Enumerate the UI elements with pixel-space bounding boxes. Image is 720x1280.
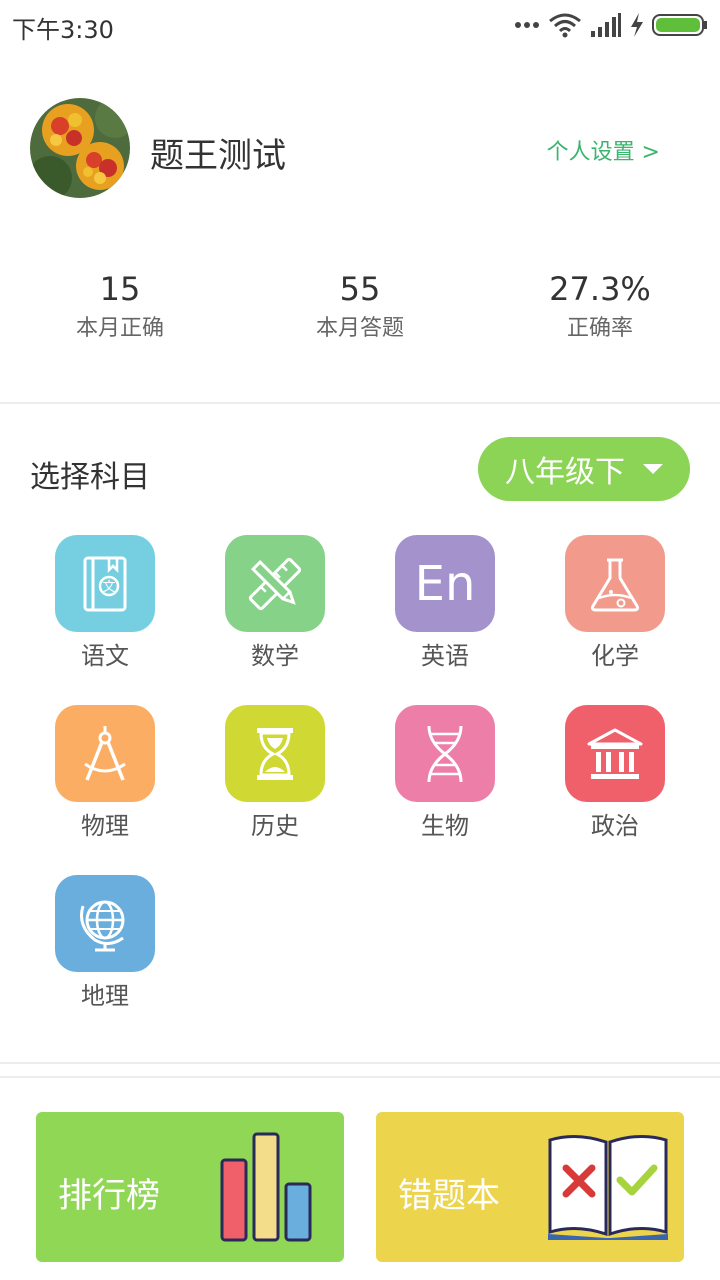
stat-label: 本月正确 xyxy=(75,316,164,342)
grade-selector-button[interactable]: 八年级下 xyxy=(478,437,690,501)
subject-biology[interactable]: 生物 xyxy=(360,705,530,841)
stat-monthly-correct: 15 本月正确 xyxy=(0,270,240,360)
card-label: 错题本 xyxy=(398,1176,500,1216)
wifi-icon xyxy=(549,13,581,38)
stat-accuracy: 27.3% 正确率 xyxy=(480,270,720,360)
bottom-cards: 排行榜 错题本 xyxy=(36,1112,684,1262)
subject-label: 化学 xyxy=(591,642,639,670)
compass-icon xyxy=(55,705,155,802)
globe-icon xyxy=(55,875,155,972)
charging-bolt-icon xyxy=(631,13,643,37)
stat-value: 15 xyxy=(99,270,141,308)
more-dots-icon xyxy=(515,22,539,28)
grade-label: 八年级下 xyxy=(505,455,625,490)
subject-math[interactable]: 数学 xyxy=(190,535,360,671)
subject-physics[interactable]: 物理 xyxy=(20,705,190,841)
username: 题王测试 xyxy=(150,136,286,176)
avatar[interactable] xyxy=(30,98,130,198)
subject-label: 生物 xyxy=(421,812,469,840)
subject-header: 选择科目 八年级下 xyxy=(0,430,720,510)
subject-label: 政治 xyxy=(591,812,639,840)
leaderboard-card[interactable]: 排行榜 xyxy=(36,1112,344,1262)
settings-link[interactable]: 个人设置 > xyxy=(547,134,660,166)
government-building-icon xyxy=(565,705,665,802)
subject-chinese[interactable]: 文 语文 xyxy=(20,535,190,671)
section-title: 选择科目 xyxy=(30,460,150,495)
subject-label: 数学 xyxy=(251,642,299,670)
ruler-pencil-icon xyxy=(225,535,325,632)
en-text-icon: En xyxy=(395,535,495,632)
flask-icon xyxy=(565,535,665,632)
caret-down-icon xyxy=(643,464,663,474)
subject-grid: 文 语文 数学 En 英语 化学 物理 历史 生物 政治 地理 xyxy=(20,535,700,1011)
hourglass-icon xyxy=(225,705,325,802)
stat-monthly-answered: 55 本月答题 xyxy=(240,270,480,360)
subject-politics[interactable]: 政治 xyxy=(530,705,700,841)
stat-value: 55 xyxy=(339,270,381,308)
subject-label: 物理 xyxy=(81,812,129,840)
stat-value: 27.3% xyxy=(549,270,651,308)
profile-header: 题王测试 个人设置 > xyxy=(0,90,720,210)
subject-english[interactable]: En 英语 xyxy=(360,535,530,671)
subject-history[interactable]: 历史 xyxy=(190,705,360,841)
status-bar: 下午3:30 xyxy=(0,0,720,50)
status-icons xyxy=(514,10,708,40)
subject-geography[interactable]: 地理 xyxy=(20,875,190,1011)
subject-label: 地理 xyxy=(81,982,129,1010)
subject-chemistry[interactable]: 化学 xyxy=(530,535,700,671)
divider xyxy=(0,402,720,404)
svg-text:文: 文 xyxy=(102,580,115,595)
stat-label: 本月答题 xyxy=(315,316,404,342)
status-time: 下午3:30 xyxy=(12,16,114,44)
subject-label: 英语 xyxy=(421,642,469,670)
battery-icon xyxy=(652,14,707,36)
card-label: 排行榜 xyxy=(58,1176,160,1216)
stats-row: 15 本月正确 55 本月答题 27.3% 正确率 xyxy=(0,270,720,360)
signal-icon xyxy=(591,13,621,37)
dna-icon xyxy=(395,705,495,802)
open-book-icon xyxy=(548,1135,668,1240)
chinese-book-icon: 文 xyxy=(55,535,155,632)
subject-label: 语文 xyxy=(81,642,129,670)
divider xyxy=(0,1062,720,1064)
bar-chart-icon xyxy=(220,1132,312,1242)
stat-label: 正确率 xyxy=(566,316,633,342)
en-text: En xyxy=(414,555,476,612)
subject-label: 历史 xyxy=(251,812,299,840)
divider xyxy=(0,1076,720,1078)
wrong-answers-card[interactable]: 错题本 xyxy=(376,1112,684,1262)
